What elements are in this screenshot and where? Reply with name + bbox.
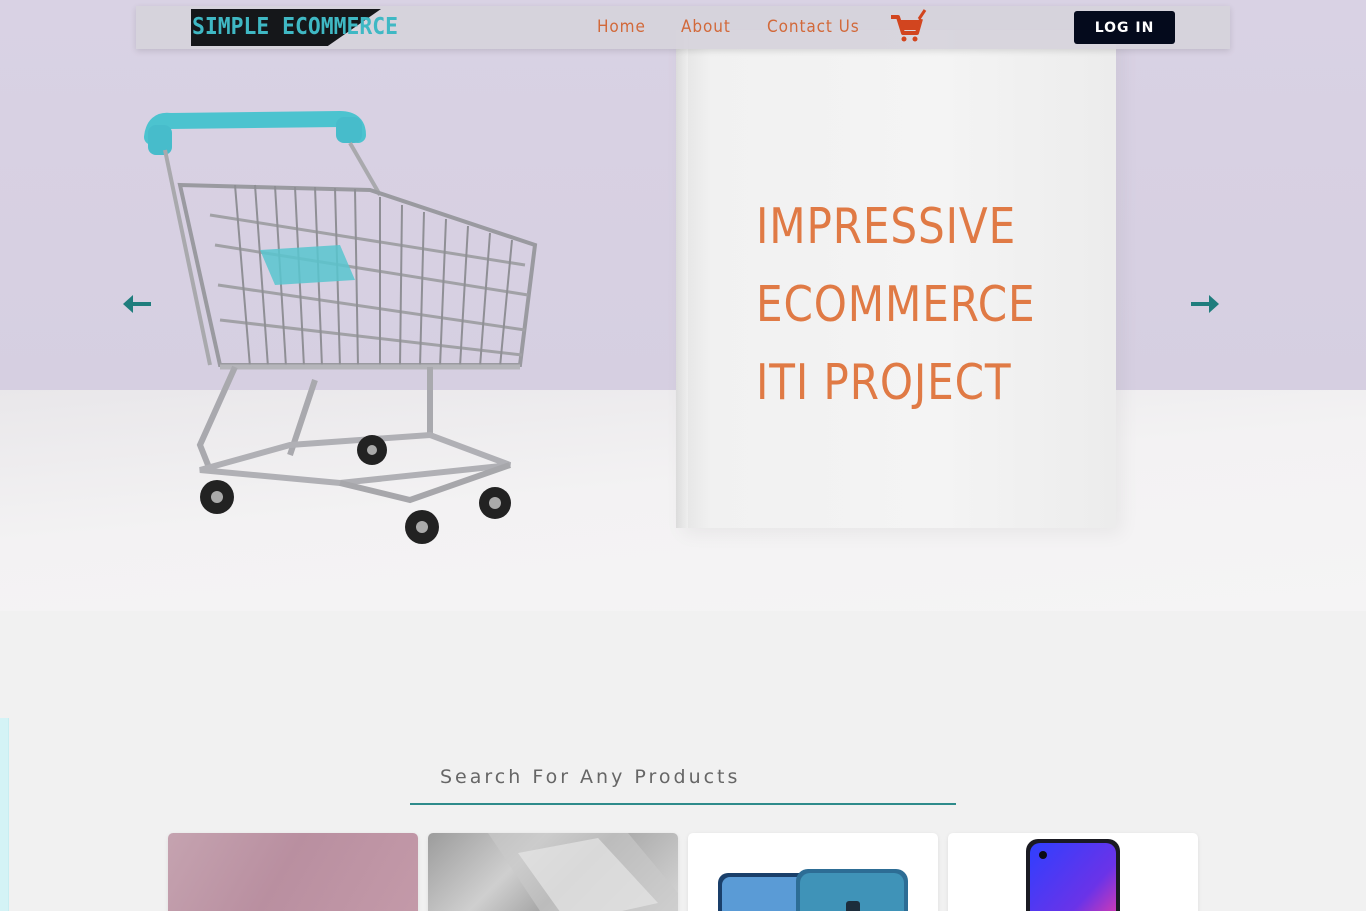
top-navbar: SIMPLE ECOMMERCE Home About Contact Us L… [136,6,1230,49]
hero-headline: IMPRESSIVE ECOMMERCE ITI PROJECT [756,188,1036,422]
product-search [410,750,956,805]
search-input[interactable] [410,750,956,803]
cart-button[interactable] [890,9,928,43]
blue-phones-image [718,869,908,911]
side-panel-edge [0,718,9,911]
product-card[interactable] [428,833,678,911]
hero-line-2: ECOMMERCE [756,276,1036,333]
login-button[interactable]: LOG IN [1074,11,1175,44]
arrow-left-icon [123,295,151,313]
carousel-prev-button[interactable] [120,290,154,318]
hero-line-3: ITI PROJECT [756,354,1012,411]
shopping-cart-icon [891,9,927,42]
smartphone-image [1026,839,1120,911]
product-grid [168,833,1198,911]
pink-product-image [168,833,418,911]
product-card[interactable] [948,833,1198,911]
arrow-right-icon [1191,295,1219,313]
nav-link-contact[interactable]: Contact Us [767,17,860,37]
hero-carousel: IMPRESSIVE ECOMMERCE ITI PROJECT [0,0,1366,611]
brand-name: SIMPLE ECOMMERCE [192,14,399,40]
carousel-next-button[interactable] [1188,290,1222,318]
hero-cart-image [144,110,538,544]
product-card[interactable] [688,833,938,911]
product-card[interactable] [168,833,418,911]
nav-link-about[interactable]: About [681,17,731,37]
nav-link-home[interactable]: Home [597,17,646,37]
silver-product-image [488,833,678,911]
brand-logo[interactable]: SIMPLE ECOMMERCE [191,9,451,46]
hero-line-1: IMPRESSIVE [756,198,1017,255]
